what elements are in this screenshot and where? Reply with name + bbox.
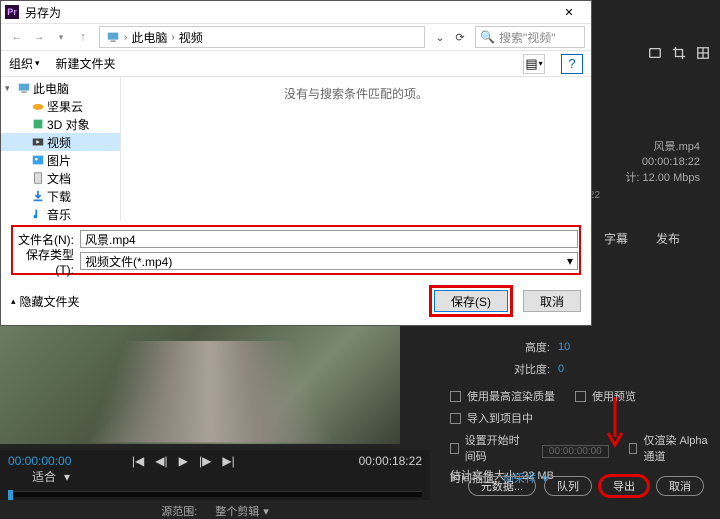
export-buttons: 元数据... 队列 导出 取消	[468, 476, 704, 496]
output-filename: 风景.mp4	[625, 140, 700, 155]
source-range-label: 源范围:	[161, 503, 197, 519]
output-bitrate: 计: 12.00 Mbps	[625, 171, 700, 186]
dialog-body: ▾此电脑坚果云3D 对象视频图片文档下载音乐桌面▸系统 (C:)▸本地磁盘 (D…	[1, 77, 591, 221]
in-timecode[interactable]: 00:00:00:00	[8, 454, 71, 468]
nav-forward-icon[interactable]: →	[29, 27, 49, 47]
dialog-bottom-bar: ▴隐藏文件夹 保存(S) 取消	[1, 279, 591, 325]
settings-tabs: 字幕 发布	[604, 230, 680, 247]
zoom-fit-dropdown[interactable]: 适合 ▾	[28, 468, 418, 485]
crop-icon[interactable]	[672, 46, 686, 60]
address-bar: ← → ▾ ↑ › 此电脑 › 视频 ⌄ ⟳ 🔍 搜索"视频"	[1, 23, 591, 51]
grid-icon[interactable]	[696, 46, 710, 60]
filename-input[interactable]	[80, 230, 578, 248]
output-icon[interactable]	[648, 46, 662, 60]
annotation-arrow	[605, 395, 625, 455]
check-max-quality[interactable]: 使用最高渲染质量	[450, 388, 555, 404]
help-icon[interactable]: ?	[561, 54, 583, 74]
close-icon[interactable]: ✕	[551, 1, 587, 23]
tree-item-doc[interactable]: 文档	[1, 169, 120, 187]
height-label: 高度:	[460, 339, 550, 355]
pc-icon	[17, 81, 31, 95]
tree-item-3d[interactable]: 3D 对象	[1, 115, 120, 133]
nav-back-icon[interactable]: ←	[7, 27, 27, 47]
tree-item-video[interactable]: 视频	[1, 133, 120, 151]
video-fields: 高度: 10 对比度: 0	[460, 336, 720, 380]
annotation-filename-highlight: 文件名(N): 保存类型(T): 视频文件(*.mp4)▾	[11, 225, 581, 275]
timeline-scrubber[interactable]	[8, 491, 422, 497]
video-icon	[31, 135, 45, 149]
panel-toolbar	[648, 46, 710, 60]
tab-captions[interactable]: 字幕	[604, 230, 628, 247]
contrast-value[interactable]: 0	[558, 363, 564, 375]
new-folder-button[interactable]: 新建文件夹	[56, 55, 116, 72]
cancel-button[interactable]: 取消	[523, 290, 581, 312]
filetype-label: 保存类型(T):	[14, 246, 74, 277]
annotation-save-highlight: 保存(S)	[429, 285, 513, 317]
go-end-icon[interactable]: ▶|	[222, 454, 234, 468]
view-mode-button[interactable]: ▤▾	[523, 54, 545, 74]
breadcrumb[interactable]: › 此电脑 › 视频	[99, 26, 425, 48]
video-preview	[0, 320, 400, 444]
dialog-toolbar: 组织▾ 新建文件夹 ▤▾ ?	[1, 51, 591, 77]
go-start-icon[interactable]: |◀	[132, 454, 144, 468]
source-range-dropdown[interactable]: 整个剪辑 ▾	[215, 503, 269, 519]
image-icon	[31, 153, 45, 167]
dialog-titlebar: Pr 另存为 ✕	[1, 1, 591, 23]
3d-icon	[31, 117, 45, 131]
tree-item-down[interactable]: 下载	[1, 187, 120, 205]
hide-folders-toggle[interactable]: ▴隐藏文件夹	[11, 293, 80, 310]
export-cancel-button[interactable]: 取消	[656, 476, 704, 496]
refresh-icon[interactable]: ⟳	[451, 28, 469, 46]
height-value[interactable]: 10	[558, 341, 570, 353]
filetype-dropdown[interactable]: 视频文件(*.mp4)▾	[80, 252, 578, 270]
breadcrumb-root[interactable]: 此电脑	[131, 29, 167, 46]
step-fwd-icon[interactable]: |▶	[199, 454, 211, 468]
save-button[interactable]: 保存(S)	[434, 290, 508, 312]
output-file-info: 风景.mp4 00:00:18:22 计: 12.00 Mbps	[625, 140, 700, 186]
check-start-timecode[interactable]: 设置开始时间码	[450, 432, 522, 464]
source-timeline: 00:00:00:00 00:00:18:22 |◀ ◀| ▶ |▶ ▶| 适合…	[0, 450, 430, 500]
queue-button[interactable]: 队列	[544, 476, 592, 496]
music-icon	[31, 207, 45, 221]
nav-up-icon[interactable]: ↑	[73, 27, 93, 47]
folder-tree[interactable]: ▾此电脑坚果云3D 对象视频图片文档下载音乐桌面▸系统 (C:)▸本地磁盘 (D…	[1, 77, 121, 221]
tree-item-pc[interactable]: ▾此电脑	[1, 79, 120, 97]
metadata-button[interactable]: 元数据...	[468, 476, 536, 496]
doc-icon	[31, 171, 45, 185]
search-input[interactable]: 🔍 搜索"视频"	[475, 26, 585, 48]
search-placeholder: 搜索"视频"	[499, 29, 556, 46]
nav-recent-icon[interactable]: ▾	[51, 27, 71, 47]
tree-item-image[interactable]: 图片	[1, 151, 120, 169]
breadcrumb-dropdown-icon[interactable]: ⌄	[431, 28, 449, 46]
empty-message: 没有与搜索条件匹配的项。	[284, 85, 428, 102]
check-import-project[interactable]: 导入到项目中	[450, 410, 710, 426]
cloud-icon	[31, 99, 45, 113]
start-timecode-value[interactable]: 00:00:00:00	[542, 445, 609, 458]
output-duration: 00:00:18:22	[625, 155, 700, 170]
premiere-app-icon: Pr	[5, 5, 19, 19]
search-icon: 🔍	[480, 30, 495, 44]
step-back-icon[interactable]: ◀|	[155, 454, 167, 468]
tab-publish[interactable]: 发布	[656, 230, 680, 247]
tree-item-cloud[interactable]: 坚果云	[1, 97, 120, 115]
tree-item-music[interactable]: 音乐	[1, 205, 120, 221]
contrast-label: 对比度:	[460, 361, 550, 377]
save-as-dialog: Pr 另存为 ✕ ← → ▾ ↑ › 此电脑 › 视频 ⌄ ⟳ 🔍 搜索"视频"…	[0, 0, 592, 326]
play-icon[interactable]: ▶	[179, 454, 188, 468]
file-fields-block: 文件名(N): 保存类型(T): 视频文件(*.mp4)▾	[1, 221, 591, 279]
file-list-area: 没有与搜索条件匹配的项。	[121, 77, 591, 221]
down-icon	[31, 189, 45, 203]
out-timecode[interactable]: 00:00:18:22	[359, 454, 422, 468]
breadcrumb-folder[interactable]: 视频	[179, 29, 203, 46]
check-alpha-only[interactable]: 仅渲染 Alpha 通道	[629, 432, 710, 464]
organize-menu[interactable]: 组织▾	[9, 55, 40, 72]
export-button[interactable]: 导出	[600, 476, 648, 496]
pc-icon	[106, 30, 120, 44]
dialog-title: 另存为	[25, 4, 551, 21]
